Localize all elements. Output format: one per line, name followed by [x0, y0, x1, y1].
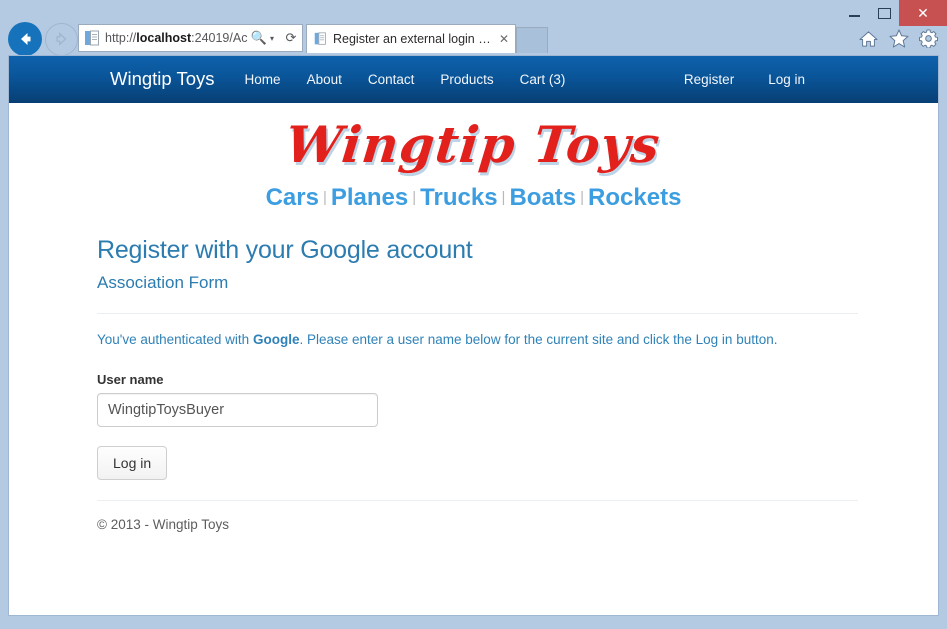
association-form: User name Log in	[97, 372, 858, 480]
window-frame-left	[0, 55, 8, 629]
tab-register-external-login[interactable]: Register an external login - ... ✕	[306, 24, 516, 53]
close-button[interactable]: ✕	[899, 0, 947, 26]
browser-titlebar: ✕ http://localhost:24019/Acc 🔍 ▾ ⟳ Regis…	[0, 0, 947, 56]
window-frame-right	[939, 55, 947, 629]
forward-arrow-icon	[55, 32, 67, 46]
home-icon[interactable]	[858, 28, 879, 49]
divider-top	[97, 313, 858, 314]
refresh-icon[interactable]: ⟳	[280, 30, 302, 46]
star-icon[interactable]	[888, 28, 909, 49]
url-host: localhost	[136, 31, 192, 45]
window-frame-bottom	[0, 616, 947, 629]
category-link-cars[interactable]: Cars	[266, 184, 319, 211]
tab-favicon-icon	[313, 32, 328, 46]
nav-link-products[interactable]: Products	[440, 72, 493, 87]
chevron-down-icon[interactable]: ▾	[270, 34, 280, 43]
category-separator: |	[580, 189, 585, 206]
tab-title: Register an external login - ...	[333, 32, 492, 46]
nav-link-contact[interactable]: Contact	[368, 72, 415, 87]
main-content: Register with your Google account Associ…	[8, 236, 939, 532]
category-separator: |	[322, 189, 327, 206]
window-controls: ✕	[839, 0, 947, 26]
maximize-button[interactable]	[869, 0, 899, 26]
url-scheme: http://	[105, 31, 137, 45]
username-label: User name	[97, 372, 164, 387]
page-favicon-icon	[83, 30, 101, 47]
address-bar[interactable]: http://localhost:24019/Acc 🔍 ▾ ⟳	[78, 24, 303, 52]
category-link-boats[interactable]: Boats	[509, 184, 576, 211]
nav-link-register[interactable]: Register	[684, 72, 734, 87]
authentication-message: You've authenticated with Google. Please…	[97, 332, 858, 347]
minimize-icon	[848, 15, 860, 17]
page-subtitle: Association Form	[97, 273, 229, 292]
gear-icon[interactable]	[918, 28, 939, 49]
browser-navigation-buttons	[8, 22, 78, 56]
url-path: :24019/Acc	[191, 31, 248, 45]
site-brand-link[interactable]: Wingtip Toys	[110, 68, 215, 90]
category-links: Cars | Planes | Trucks | Boats | Rockets	[8, 184, 939, 212]
search-icon[interactable]: 🔍	[248, 30, 270, 46]
close-icon: ✕	[917, 5, 929, 21]
nav-link-cart[interactable]: Cart (3)	[520, 72, 566, 87]
login-button[interactable]: Log in	[97, 446, 168, 480]
back-arrow-icon	[21, 33, 31, 45]
footer-copyright: © 2013 - Wingtip Toys	[97, 517, 230, 532]
category-link-rockets[interactable]: Rockets	[588, 184, 681, 211]
message-prefix: You've authenticated with	[97, 332, 253, 347]
nav-account-links: Register Log in	[650, 72, 805, 87]
nav-link-home[interactable]: Home	[245, 72, 281, 87]
message-provider: Google	[252, 332, 300, 347]
site-logo: Wingtip Toys	[8, 103, 939, 174]
tab-close-icon[interactable]: ✕	[499, 32, 509, 46]
category-separator: |	[412, 189, 417, 206]
username-input[interactable]	[97, 393, 378, 427]
page-title: Register with your Google account	[97, 236, 473, 264]
tab-strip: Register an external login - ... ✕	[306, 24, 548, 53]
divider-bottom	[97, 500, 858, 501]
nav-link-login[interactable]: Log in	[768, 72, 805, 87]
message-suffix: . Please enter a user name below for the…	[299, 332, 778, 347]
back-button[interactable]	[8, 22, 42, 56]
new-tab-button[interactable]	[516, 27, 548, 53]
category-link-trucks[interactable]: Trucks	[420, 184, 497, 211]
maximize-icon	[877, 7, 891, 19]
category-separator: |	[501, 189, 506, 206]
category-link-planes[interactable]: Planes	[331, 184, 408, 211]
forward-button[interactable]	[45, 22, 78, 56]
page-viewport: Wingtip Toys Home About Contact Products…	[8, 55, 939, 616]
minimize-button[interactable]	[839, 0, 869, 26]
site-navigation-bar: Wingtip Toys Home About Contact Products…	[8, 55, 939, 103]
address-url-text[interactable]: http://localhost:24019/Acc	[105, 31, 248, 45]
nav-link-about[interactable]: About	[307, 72, 342, 87]
browser-window: ✕ http://localhost:24019/Acc 🔍 ▾ ⟳ Regis…	[0, 0, 947, 629]
browser-toolbar-icons	[858, 28, 939, 49]
site-logo-text: Wingtip Toys	[283, 115, 664, 174]
